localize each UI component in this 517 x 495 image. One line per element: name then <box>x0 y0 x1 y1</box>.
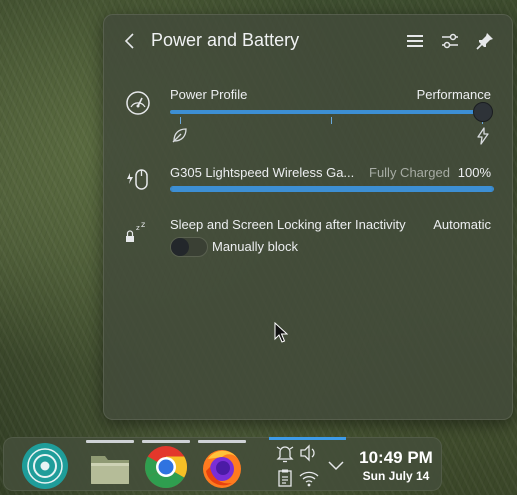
popup-title: Power and Battery <box>151 30 300 50</box>
task-active-indicator <box>142 440 190 443</box>
svg-text:z: z <box>136 224 140 232</box>
volume-icon[interactable] <box>298 442 320 464</box>
lightning-icon <box>477 127 489 145</box>
power-profile-slider-track[interactable] <box>170 110 484 114</box>
firefox-icon <box>203 450 241 488</box>
mouse-battery-icon <box>127 169 148 190</box>
network-icon[interactable] <box>298 467 320 489</box>
clock-date[interactable]: Sun July 14 <box>356 469 436 483</box>
manually-block-label[interactable]: Manually block <box>212 239 298 254</box>
task-active-indicator <box>86 440 134 443</box>
slider-tick <box>180 117 181 124</box>
device-status: Fully Charged <box>369 165 450 180</box>
svg-text:z: z <box>141 220 145 229</box>
task-file-manager[interactable] <box>86 440 134 490</box>
back-icon[interactable] <box>120 29 140 53</box>
expand-tray-icon[interactable] <box>325 454 347 476</box>
taskbar-panel: 10:49 PM Sun July 14 <box>3 437 442 491</box>
mouse-cursor-icon <box>274 322 288 343</box>
file-manager-icon <box>91 456 129 484</box>
leaf-icon <box>172 128 187 143</box>
power-profile-slider-handle[interactable] <box>473 102 493 122</box>
notifications-icon[interactable] <box>274 442 296 464</box>
power-profile-value: Performance <box>416 87 491 102</box>
device-battery-bar <box>170 186 494 192</box>
toggle-knob <box>171 238 189 256</box>
sleep-lock-icon: z z <box>126 220 145 242</box>
manually-block-toggle[interactable] <box>170 237 208 257</box>
clock-time[interactable]: 10:49 PM <box>356 448 436 468</box>
chrome-icon <box>144 446 188 489</box>
task-active-indicator <box>198 440 246 443</box>
sleep-label: Sleep and Screen Locking after Inactivit… <box>170 217 406 232</box>
device-battery-fill <box>171 187 493 191</box>
tray-active-indicator <box>269 437 346 440</box>
power-battery-popup: Power and Battery Power Profile Performa… <box>103 14 513 420</box>
task-firefox[interactable] <box>198 440 246 490</box>
hamburger-menu-icon[interactable] <box>403 29 427 53</box>
configure-sliders-icon[interactable] <box>438 29 462 53</box>
popup-header: Power and Battery <box>104 15 512 67</box>
sleep-value: Automatic <box>433 217 491 232</box>
power-profile-gauge-icon <box>126 91 150 115</box>
task-chrome[interactable] <box>142 440 190 490</box>
power-profile-label: Power Profile <box>170 87 248 102</box>
slider-tick <box>331 117 332 124</box>
app-launcher-icon[interactable] <box>21 442 69 490</box>
pin-icon[interactable] <box>473 29 497 53</box>
clipboard-icon[interactable] <box>274 467 296 489</box>
device-battery-percent: 100% <box>457 165 491 180</box>
device-name: G305 Lightspeed Wireless Ga... <box>170 165 355 180</box>
